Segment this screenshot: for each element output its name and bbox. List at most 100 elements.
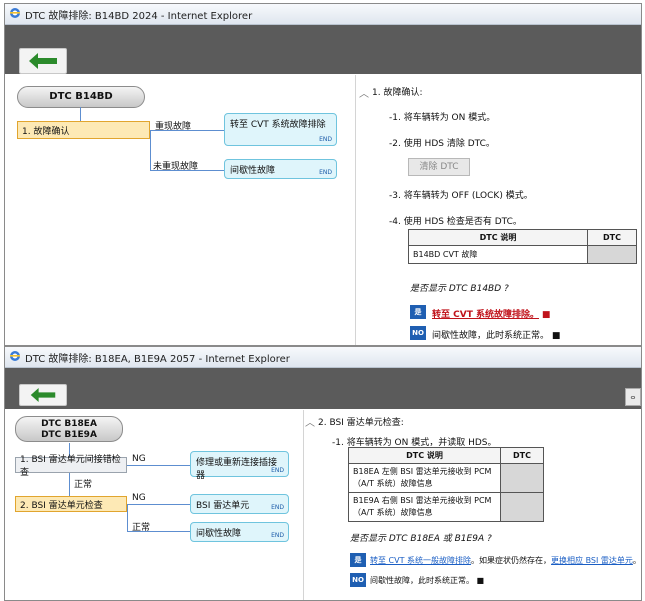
- result-intermittent[interactable]: 间歇性故障 END: [224, 159, 337, 179]
- yes-action: 转至 CVT 系统故障排除。 ■: [432, 307, 550, 320]
- table-cell-dtc: [587, 245, 637, 264]
- dtc-pill: DTC B18EA DTC B1E9A: [15, 416, 123, 442]
- branch-normal-2: 正常: [132, 523, 151, 533]
- dtc-pill-line-1: DTC B18EA: [41, 419, 97, 429]
- branch-not-reproduced: 未重现故障: [153, 162, 199, 172]
- back-arrow-icon: [29, 53, 57, 69]
- result-3-text: 间歇性故障: [196, 529, 242, 539]
- yes-button[interactable]: 是: [410, 305, 426, 319]
- step-sub-3: -3. 将车辆转为 OFF (LOCK) 模式。: [389, 191, 533, 201]
- yes-link[interactable]: 转至 CVT 系统故障排除。: [432, 310, 539, 320]
- branch-reproduced: 重现故障: [155, 122, 192, 132]
- ie-window-b14bd: DTC 故障排除: B14BD 2024 - Internet Explorer…: [4, 3, 642, 346]
- flow-line: [80, 107, 81, 121]
- dtc-pill: DTC B14BD: [17, 86, 145, 108]
- step-sub-1: -1. 将车辆转为 ON 模式。: [389, 113, 496, 123]
- flow-line: [127, 465, 190, 466]
- toolbar: ⴰ: [5, 368, 641, 409]
- end-label: END: [271, 532, 284, 539]
- result-1-text: 转至 CVT 系统故障排除: [230, 120, 326, 130]
- ie-icon: [10, 351, 20, 361]
- step-sub-2: -2. 使用 HDS 清除 DTC。: [389, 139, 495, 149]
- step-sub-4: -4. 使用 HDS 检查是否有 DTC。: [389, 217, 522, 227]
- end-label: END: [319, 169, 332, 176]
- yes-link-2[interactable]: 更换相应 BSI 雷达单元: [551, 556, 633, 565]
- step-1-bsi-connector-check[interactable]: 1. BSI 雷达单元间接错检查: [15, 455, 127, 478]
- step-1-label: 1. 故障确认: [22, 126, 70, 137]
- section-title: 1. 故障确认:: [372, 88, 423, 98]
- result-cvt-troubleshoot[interactable]: 转至 CVT 系统故障排除 END: [224, 113, 337, 146]
- dtc-table: DTC 说明 DTC B18EA 左侧 BSI 雷达单元接收到 PCM （A/T…: [348, 447, 544, 522]
- title-bar: DTC 故障排除: B18EA, B1E9A 2057 - Internet E…: [5, 347, 641, 368]
- branch-ng-2: NG: [132, 493, 146, 503]
- table-header-dtc: DTC: [500, 447, 544, 464]
- window-title: DTC 故障排除: B18EA, B1E9A 2057 - Internet E…: [25, 354, 290, 365]
- result-2-text: BSI 雷达单元: [196, 501, 250, 511]
- collapse-icon[interactable]: ︿: [305, 414, 315, 429]
- end-marker: ■: [541, 310, 551, 320]
- yes-button[interactable]: 是: [350, 553, 366, 567]
- procedure-pane: ︿ 2. BSI 雷达单元检查: -1. 将车辆转为 ON 模式，并读取 HDS…: [304, 410, 641, 600]
- yes-mid-text: 。如果症状仍然存在，: [471, 556, 552, 565]
- end-label: END: [319, 136, 332, 143]
- flow-line: [127, 504, 128, 531]
- window-title: DTC 故障排除: B14BD 2024 - Internet Explorer: [25, 11, 253, 22]
- table-row: B18EA 左侧 BSI 雷达单元接收到 PCM （A/T 系统）故障信息: [348, 463, 544, 493]
- no-text: 间歇性故障，此时系统正常。: [370, 576, 474, 585]
- result-bsi-unit[interactable]: BSI 雷达单元 END: [190, 494, 289, 514]
- ie-icon: [10, 8, 20, 18]
- end-marker: ■: [476, 576, 485, 585]
- back-button[interactable]: [19, 48, 67, 74]
- question: 是否显示 DTC B18EA 或 B1E9A ?: [350, 534, 492, 544]
- no-text: 间歇性故障，此时系统正常。: [432, 331, 550, 341]
- table-header-desc: DTC 说明: [408, 229, 588, 246]
- table-header-row: DTC 说明 DTC: [348, 447, 544, 464]
- row-1-line-2: （A/T 系统）故障信息: [353, 479, 433, 488]
- flow-line: [127, 504, 190, 505]
- result-2-text: 间歇性故障: [230, 166, 276, 176]
- end-marker: 。■: [632, 556, 641, 565]
- table-row: B14BD CVT 故障: [408, 245, 637, 264]
- table-header-dtc: DTC: [587, 229, 637, 246]
- yes-link[interactable]: 转至 CVT 系统一般故障排除: [370, 556, 471, 565]
- dtc-pill-line-2: DTC B1E9A: [41, 430, 97, 440]
- no-button[interactable]: NO: [410, 326, 426, 340]
- dtc-table: DTC 说明 DTC B14BD CVT 故障: [408, 229, 637, 264]
- collapse-icon[interactable]: ︿: [359, 85, 369, 100]
- table-cell-dtc: [500, 492, 544, 522]
- no-action: 间歇性故障，此时系统正常。 ■: [370, 575, 484, 586]
- flow-line: [69, 473, 70, 496]
- end-label: END: [271, 467, 284, 474]
- back-button[interactable]: [19, 384, 67, 406]
- scroll-icon[interactable]: ⴰ: [625, 388, 641, 406]
- step-2-bsi-unit-check[interactable]: 2. BSI 雷达单元检查: [15, 496, 127, 512]
- flowchart-pane: DTC B14BD 1. 故障确认 重现故障 未重现故障 转至 CVT 系统故障…: [5, 75, 355, 345]
- table-cell-desc: B1E9A 右侧 BSI 雷达单元接收到 PCM （A/T 系统）故障信息: [348, 492, 501, 522]
- branch-normal-1: 正常: [74, 480, 93, 490]
- table-cell-dtc: [500, 463, 544, 493]
- yes-action: 转至 CVT 系统一般故障排除。如果症状仍然存在，更换相应 BSI 雷达单元。■: [370, 555, 641, 566]
- question: 是否显示 DTC B14BD ?: [410, 284, 509, 294]
- title-bar: DTC 故障排除: B14BD 2024 - Internet Explorer: [5, 4, 641, 25]
- toolbar: [5, 25, 641, 74]
- table-header-row: DTC 说明 DTC: [408, 229, 637, 246]
- section-title: 2. BSI 雷达单元检查:: [318, 418, 404, 428]
- back-arrow-icon: [30, 388, 56, 402]
- table-row: B1E9A 右侧 BSI 雷达单元接收到 PCM （A/T 系统）故障信息: [348, 492, 544, 522]
- flowchart-pane: DTC B18EA DTC B1E9A 1. BSI 雷达单元间接错检查 NG …: [5, 410, 303, 600]
- clear-dtc-button[interactable]: 清除 DTC: [408, 158, 470, 176]
- table-cell-desc: B14BD CVT 故障: [408, 245, 588, 264]
- result-1-text: 修理或重新连接插接器: [196, 458, 278, 481]
- flow-line: [150, 130, 151, 170]
- step-2-label: 2. BSI 雷达单元检查: [20, 500, 103, 511]
- no-button[interactable]: NO: [350, 573, 366, 587]
- result-repair-connector[interactable]: 修理或重新连接插接器 END: [190, 451, 289, 481]
- end-marker: ■: [551, 331, 561, 341]
- row-2-line-1: B1E9A 右侧 BSI 雷达单元接收到 PCM: [353, 496, 492, 505]
- ie-window-b18ea: DTC 故障排除: B18EA, B1E9A 2057 - Internet E…: [4, 346, 642, 601]
- step-1-fault-confirm[interactable]: 1. 故障确认: [17, 121, 150, 139]
- table-cell-desc: B18EA 左侧 BSI 雷达单元接收到 PCM （A/T 系统）故障信息: [348, 463, 501, 493]
- no-action: 间歇性故障，此时系统正常。 ■: [432, 328, 560, 341]
- result-intermittent[interactable]: 间歇性故障 END: [190, 522, 289, 542]
- step-1-label: 1. BSI 雷达单元间接错检查: [20, 455, 121, 478]
